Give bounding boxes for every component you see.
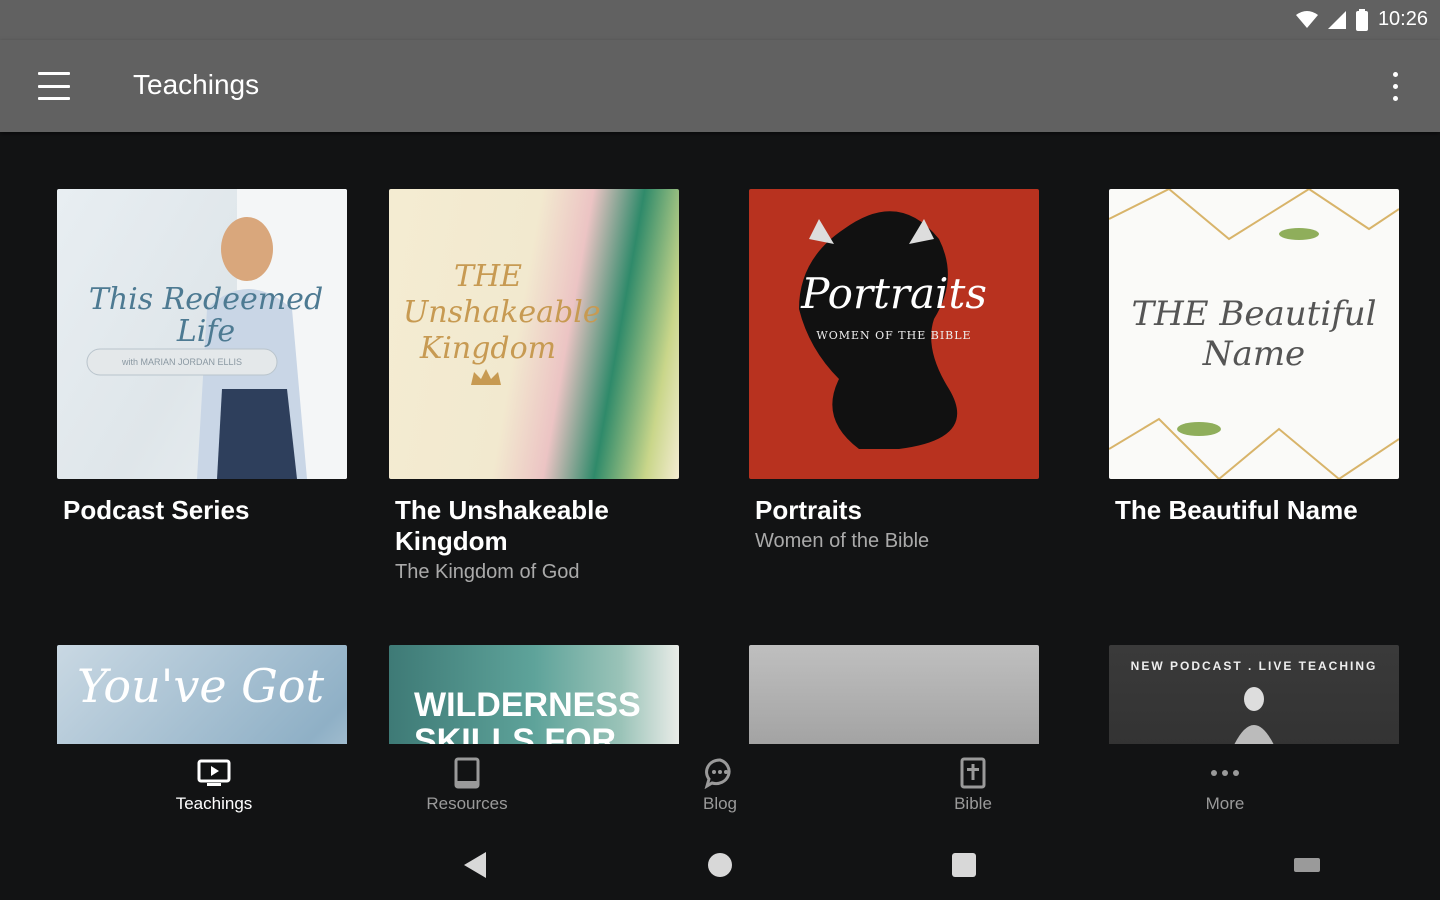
cover-title: WILDERNESS SKILLS FOR xyxy=(414,686,641,744)
card-thumbnail: You've Got xyxy=(57,645,347,744)
cover-title: Portraits xyxy=(801,269,987,318)
chat-bubble-icon xyxy=(703,756,737,790)
nav-label: Bible xyxy=(954,794,992,813)
card-podcast-series[interactable]: This Redeemed Life with MARIAN JORDAN EL… xyxy=(57,189,347,526)
card-title: The Beautiful Name xyxy=(1115,495,1358,525)
card-row2-4[interactable]: NEW PODCAST . LIVE TEACHING xyxy=(1109,645,1399,744)
nav-label: Teachings xyxy=(175,794,253,813)
nav-item-bible[interactable]: Bible xyxy=(893,756,1053,814)
crown-icon xyxy=(471,369,501,385)
status-bar: 10:26 xyxy=(0,0,1440,40)
wifi-icon xyxy=(1295,10,1318,28)
status-icons: 10:26 xyxy=(1295,8,1428,31)
cell-signal-icon xyxy=(1327,10,1346,29)
bottom-navigation: Teachings Resources Blog Bible More xyxy=(0,744,1440,836)
app-bar: Teachings xyxy=(0,40,1440,132)
speaker-silhouette xyxy=(1234,687,1274,744)
page-title: Teachings xyxy=(133,69,260,100)
cover-title: THE Beautiful Name xyxy=(1131,294,1377,374)
nav-item-resources[interactable]: Resources xyxy=(387,756,547,814)
nav-label: Blog xyxy=(702,794,738,813)
card-title: The Unshakeable Kingdom xyxy=(395,495,609,556)
cover-title: You've Got xyxy=(77,659,325,713)
hamburger-menu-icon[interactable] xyxy=(30,68,78,104)
nav-item-teachings[interactable]: Teachings xyxy=(134,756,294,814)
recent-apps-icon[interactable] xyxy=(952,853,976,877)
cover-title: This Redeemed Life xyxy=(88,282,324,349)
cover-subtitle: with MARIAN JORDAN ELLIS xyxy=(121,357,243,367)
card-thumbnail: THE Unshakeable Kingdom xyxy=(389,189,679,479)
book-icon xyxy=(450,756,484,790)
card-thumbnail: Portraits WOMEN OF THE BIBLE xyxy=(749,189,1039,479)
status-time: 10:26 xyxy=(1377,8,1428,30)
card-portraits[interactable]: Portraits WOMEN OF THE BIBLE Portraits W… xyxy=(749,189,1039,557)
system-navigation-bar xyxy=(0,836,1440,900)
back-icon[interactable] xyxy=(464,852,486,878)
card-subtitle: The Kingdom of God xyxy=(395,561,580,583)
card-unshakeable-kingdom[interactable]: THE Unshakeable Kingdom The Unshakeable … xyxy=(389,189,679,588)
keyboard-icon[interactable] xyxy=(1294,858,1320,872)
card-thumbnail: This Redeemed Life with MARIAN JORDAN EL… xyxy=(57,189,347,479)
battery-icon xyxy=(1355,8,1368,31)
card-thumbnail xyxy=(749,645,1039,744)
card-row2-2[interactable]: WILDERNESS SKILLS FOR xyxy=(389,645,679,744)
card-thumbnail: NEW PODCAST . LIVE TEACHING xyxy=(1109,645,1399,744)
nav-item-more[interactable]: More xyxy=(1145,756,1305,814)
bible-icon xyxy=(956,756,990,790)
cover-title: THE Unshakeable Kingdom xyxy=(403,259,601,366)
cover-subtitle: WOMEN OF THE BIBLE xyxy=(816,329,972,342)
more-dots-icon xyxy=(1208,756,1242,790)
overflow-menu-icon[interactable] xyxy=(1380,68,1410,104)
card-thumbnail: THE Beautiful Name xyxy=(1109,189,1399,479)
home-icon[interactable] xyxy=(708,853,732,877)
nav-label: More xyxy=(1205,794,1245,813)
card-title: Portraits xyxy=(755,495,862,525)
card-beautiful-name[interactable]: THE Beautiful Name The Beautiful Name xyxy=(1109,189,1399,526)
tv-icon xyxy=(197,756,231,790)
card-title: Podcast Series xyxy=(63,495,250,525)
nav-label: Resources xyxy=(426,794,508,813)
cover-title: NEW PODCAST . LIVE TEACHING xyxy=(1130,659,1378,673)
card-subtitle: Women of the Bible xyxy=(755,530,930,552)
nav-item-blog[interactable]: Blog xyxy=(640,756,800,814)
teachings-grid: This Redeemed Life with MARIAN JORDAN EL… xyxy=(0,132,1440,744)
card-row2-3[interactable] xyxy=(749,645,1039,744)
card-thumbnail: WILDERNESS SKILLS FOR xyxy=(389,645,679,744)
card-row2-1[interactable]: You've Got xyxy=(57,645,347,744)
